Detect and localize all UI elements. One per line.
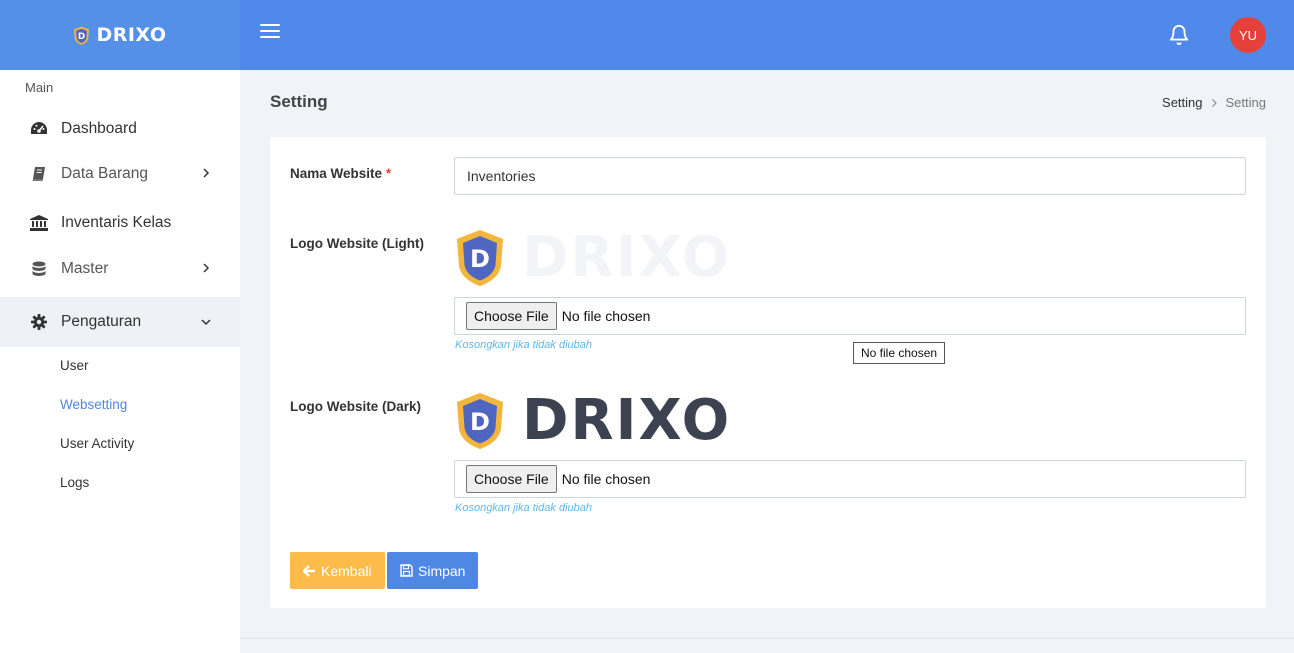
drixo-shield-icon: D [457, 230, 503, 286]
sidebar-item-master[interactable]: Master [0, 244, 240, 294]
choose-file-button[interactable]: Choose File [466, 302, 557, 330]
back-button[interactable]: Kembali [290, 552, 385, 589]
brand-name: DRIXO [96, 24, 167, 46]
settings-form-card: Nama Website * Inventories Logo Website … [270, 137, 1266, 608]
file-status: No file chosen [561, 471, 651, 487]
tooltip: No file chosen [853, 342, 946, 364]
breadcrumb-current: Setting [1225, 95, 1266, 110]
sidebar-item-data-barang[interactable]: Data Barang [0, 149, 240, 199]
breadcrumb-item[interactable]: Setting [1162, 95, 1202, 110]
save-icon [400, 564, 413, 577]
logo-light-file-input[interactable]: Choose File No file chosen [454, 297, 1246, 335]
save-button[interactable]: Simpan [387, 552, 479, 589]
footer-divider [240, 638, 1294, 639]
menu-icon[interactable] [260, 24, 280, 44]
logo-light-label: Logo Website (Light) [290, 236, 424, 251]
sidebar-subitem-user-activity[interactable]: User Activity [60, 436, 134, 451]
page-title: Setting [270, 92, 328, 111]
svg-text:D: D [470, 408, 490, 436]
database-icon [30, 260, 48, 278]
nama-website-label: Nama Website * [290, 166, 392, 181]
logo-dark-label: Logo Website (Dark) [290, 399, 422, 414]
logo-light-hint: Kosongkan jika tidak diubah [455, 339, 592, 351]
logo-dark-file-input[interactable]: Choose File No file chosen [454, 460, 1246, 498]
top-navbar: YU [240, 0, 1294, 70]
svg-text:D: D [78, 31, 85, 41]
sidebar-item-pengaturan[interactable]: Pengaturan [0, 297, 240, 347]
sidebar-item-label: Master [61, 260, 109, 277]
book-icon [30, 165, 48, 183]
sidebar-subitem-websetting[interactable]: Websetting [60, 397, 127, 412]
breadcrumb: Setting Setting [1162, 95, 1266, 110]
sidebar-item-label: Pengaturan [61, 313, 142, 330]
sidebar-item-inventaris-kelas[interactable]: Inventaris Kelas [0, 198, 240, 248]
sidebar: Main Dashboard Data Barang Inventaris Ke… [0, 70, 240, 653]
brand-logo[interactable]: D DRIXO [0, 0, 240, 70]
gear-icon [30, 313, 48, 331]
sidebar-item-label: Data Barang [61, 165, 149, 182]
institution-icon [30, 214, 48, 232]
logo-dark-hint: Kosongkan jika tidak diubah [455, 502, 592, 514]
sidebar-item-dashboard[interactable]: Dashboard [0, 104, 240, 154]
logo-light-preview: D DRIXO [456, 229, 731, 287]
choose-file-button[interactable]: Choose File [466, 465, 557, 493]
chevron-down-icon [201, 319, 211, 326]
drixo-shield-icon: D [457, 393, 503, 449]
nama-website-input[interactable]: Inventories [454, 157, 1246, 195]
sidebar-item-label: Dashboard [61, 120, 137, 137]
sidebar-item-label: Inventaris Kelas [61, 214, 172, 231]
drixo-shield-icon: D [74, 26, 90, 45]
chevron-right-icon [203, 168, 210, 178]
dashboard-icon [30, 120, 48, 138]
bell-icon[interactable] [1168, 24, 1190, 46]
logo-light-text: DRIXO [522, 225, 732, 290]
arrow-left-icon [303, 564, 315, 577]
sidebar-section-label: Main [25, 80, 54, 95]
chevron-right-icon [1211, 98, 1217, 107]
svg-text:D: D [470, 245, 490, 273]
required-mark: * [385, 166, 392, 181]
logo-dark-text: DRIXO [522, 388, 732, 453]
sidebar-subitem-logs[interactable]: Logs [60, 475, 89, 490]
file-status: No file chosen [561, 308, 651, 324]
logo-dark-preview: D DRIXO [456, 392, 731, 450]
chevron-right-icon [203, 263, 210, 273]
avatar[interactable]: YU [1230, 17, 1266, 53]
sidebar-subitem-user[interactable]: User [60, 358, 89, 373]
